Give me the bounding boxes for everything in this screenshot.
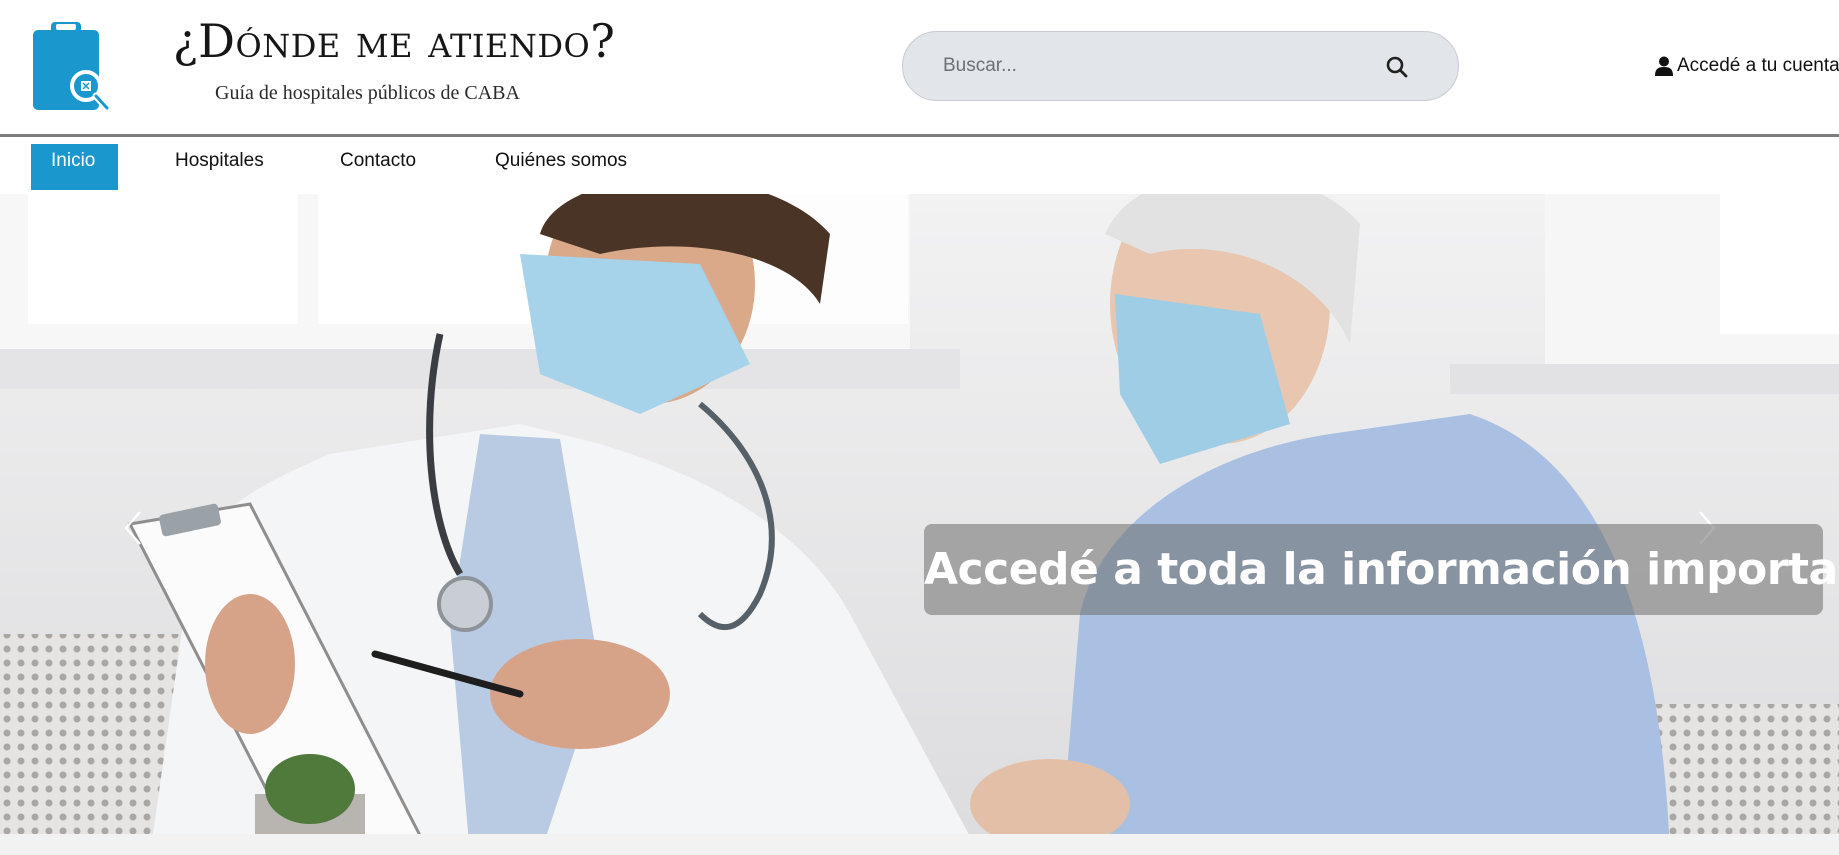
chevron-left-icon[interactable] — [118, 506, 148, 550]
site-subtitle: Guía de hospitales públicos de CABA — [215, 82, 520, 104]
account-link[interactable]: Accedé a tu cuenta — [1655, 53, 1839, 79]
carousel-caption-text: Accedé a toda la información importante. — [924, 544, 1839, 595]
main-nav: Inicio Hospitales Contacto Quiénes somos — [0, 140, 1839, 194]
search-icon[interactable] — [1384, 54, 1410, 80]
nav-item-quienes-somos[interactable]: Quiénes somos — [475, 144, 647, 190]
clipboard-search-icon[interactable] — [31, 20, 109, 112]
nav-item-contacto[interactable]: Contacto — [320, 144, 436, 190]
hero-carousel: Accedé a toda la información importante. — [0, 194, 1839, 855]
nav-item-inicio[interactable]: Inicio — [31, 144, 118, 190]
site-title: ¿Dónde me atiendo? — [173, 14, 616, 68]
site-header: ¿Dónde me atiendo? Guía de hospitales pú… — [0, 0, 1839, 137]
nav-item-hospitales[interactable]: Hospitales — [155, 144, 284, 190]
carousel-caption: Accedé a toda la información importante. — [924, 524, 1839, 615]
user-icon — [1655, 56, 1673, 76]
search-input[interactable] — [943, 32, 1363, 100]
brand[interactable]: ¿Dónde me atiendo? Guía de hospitales pú… — [173, 14, 616, 105]
search-bar — [902, 31, 1459, 101]
account-label: Accedé a tu cuenta — [1677, 55, 1839, 76]
